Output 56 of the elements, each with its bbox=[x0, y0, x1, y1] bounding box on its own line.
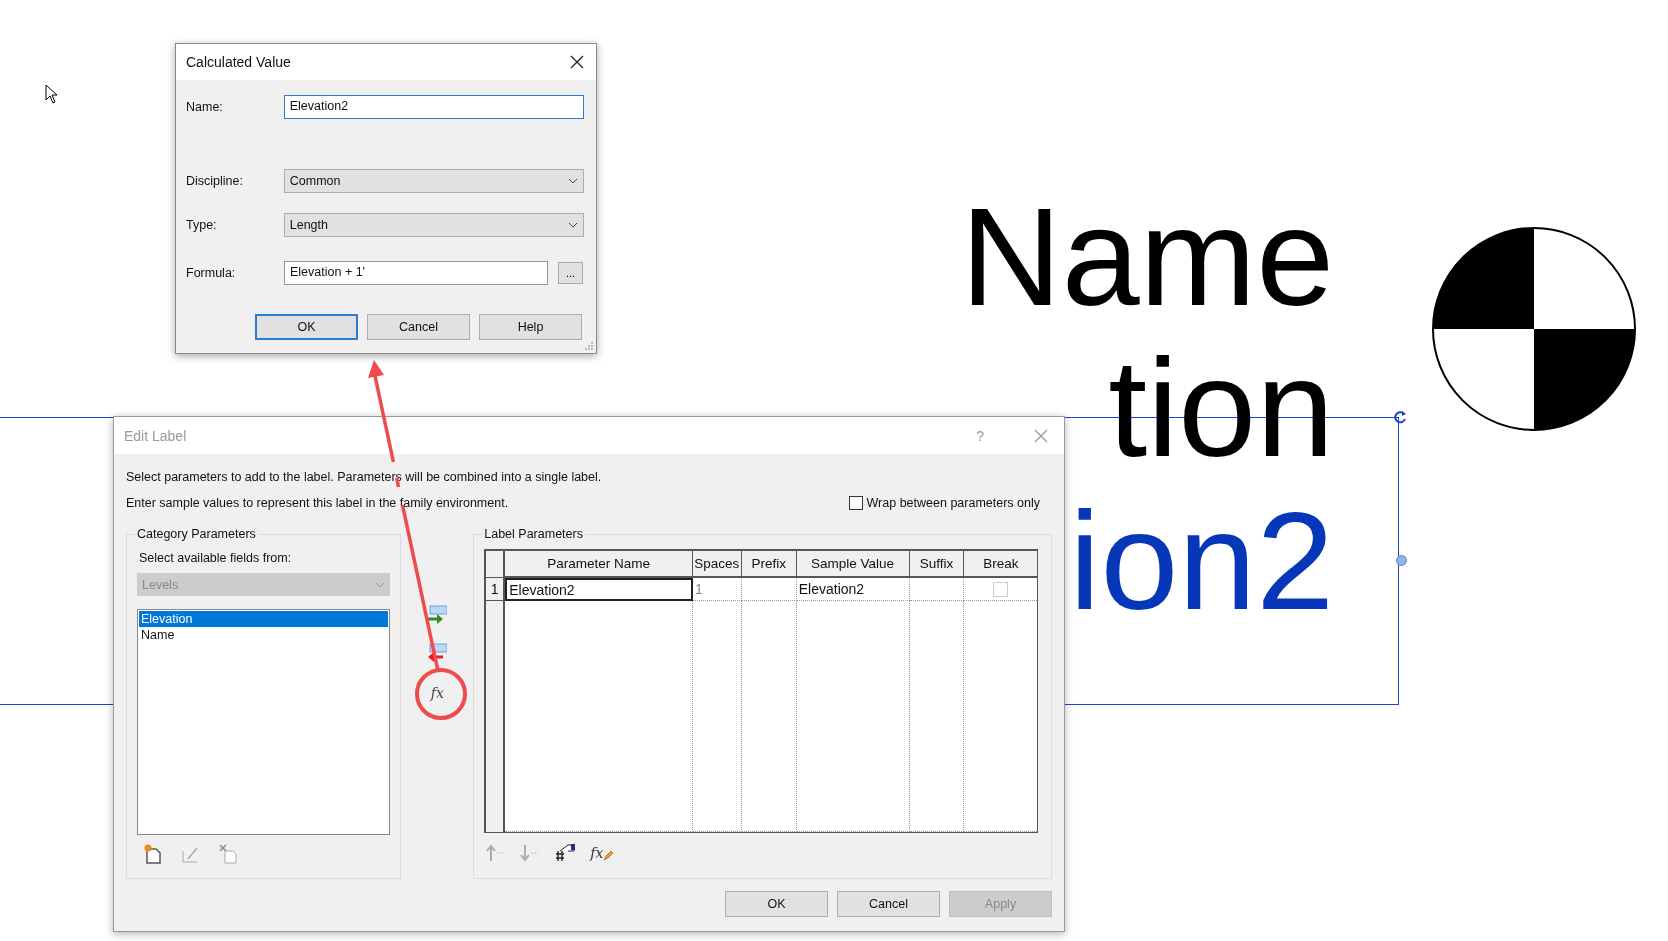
dropdown[interactable]: Length bbox=[283, 213, 584, 237]
mouse-pointer-icon bbox=[45, 84, 59, 104]
close-icon[interactable] bbox=[570, 55, 584, 69]
list-item[interactable]: Name bbox=[139, 627, 389, 643]
chevron-icon[interactable] bbox=[568, 178, 578, 184]
column-header[interactable]: Break bbox=[964, 551, 1038, 578]
table-cell[interactable]: Elevation2 bbox=[796, 578, 910, 601]
field-label: Type: bbox=[186, 218, 218, 232]
table-cell[interactable] bbox=[909, 578, 965, 601]
column-header[interactable]: Spaces bbox=[692, 551, 742, 578]
dialog-title: Calculated Value bbox=[186, 54, 292, 70]
new-parameter-icon[interactable] bbox=[143, 844, 163, 864]
label-text: Name bbox=[960, 187, 1334, 327]
field-label: Formula: bbox=[186, 266, 237, 280]
dialog-button[interactable]: OK bbox=[725, 891, 828, 917]
dialog-title: Edit Label bbox=[124, 427, 188, 444]
dialog-button[interactable]: OK bbox=[255, 314, 358, 340]
field-label: Discipline: bbox=[186, 174, 244, 188]
table-cell[interactable] bbox=[741, 578, 797, 601]
label-text: ion2 bbox=[1069, 491, 1334, 631]
highlight-circle bbox=[415, 668, 467, 720]
input-field[interactable]: Elevation + 1' bbox=[284, 261, 548, 285]
rotate-icon[interactable] bbox=[1392, 409, 1408, 425]
remove-parameter-icon[interactable] bbox=[427, 643, 448, 663]
break-checkbox[interactable] bbox=[993, 581, 1009, 597]
list-item[interactable]: Elevation bbox=[139, 611, 389, 627]
move-down-icon[interactable] bbox=[520, 844, 541, 862]
edit-formula-button[interactable]: fx bbox=[590, 845, 614, 861]
browse-button[interactable]: ... bbox=[558, 262, 583, 284]
wrap-checkbox[interactable]: Wrap between parameters only bbox=[848, 496, 1040, 510]
delete-icon[interactable] bbox=[219, 844, 239, 864]
dialog-button[interactable]: Cancel bbox=[837, 891, 940, 917]
resize-grip-icon[interactable] bbox=[585, 342, 594, 351]
table-cell[interactable]: Elevation2 bbox=[505, 578, 693, 601]
chevron-icon[interactable] bbox=[568, 222, 578, 228]
dropdown[interactable]: Common bbox=[283, 169, 584, 193]
field-label: Select available fields from: bbox=[139, 551, 293, 565]
add-parameter-icon[interactable] bbox=[427, 605, 448, 625]
grip-handle[interactable] bbox=[1396, 555, 1407, 566]
column-header[interactable]: Suffix bbox=[909, 551, 965, 578]
column-header[interactable]: Parameter Name bbox=[505, 551, 693, 578]
column-header[interactable]: Prefix bbox=[741, 551, 797, 578]
field-label: Name: bbox=[186, 100, 224, 114]
group-title: Label Parameters bbox=[482, 527, 585, 541]
dialog-button[interactable]: Help bbox=[479, 314, 582, 340]
column-header[interactable]: Sample Value bbox=[796, 551, 910, 578]
group-title: Category Parameters bbox=[135, 527, 258, 541]
pencil-icon bbox=[603, 851, 614, 861]
move-up-icon[interactable] bbox=[486, 844, 507, 862]
instruction-text: Enter sample values to represent this label in the family environment. bbox=[126, 496, 509, 510]
row-number: 1 bbox=[486, 578, 506, 601]
input-field[interactable]: Elevation2 bbox=[283, 95, 584, 119]
instruction-text: Select parameters to add to the label. Parameters will be combined into a single label. bbox=[126, 470, 603, 484]
formula-button[interactable]: fx bbox=[430, 685, 444, 701]
number-format-icon[interactable] bbox=[554, 843, 577, 863]
dialog-button[interactable]: Cancel bbox=[367, 314, 470, 340]
